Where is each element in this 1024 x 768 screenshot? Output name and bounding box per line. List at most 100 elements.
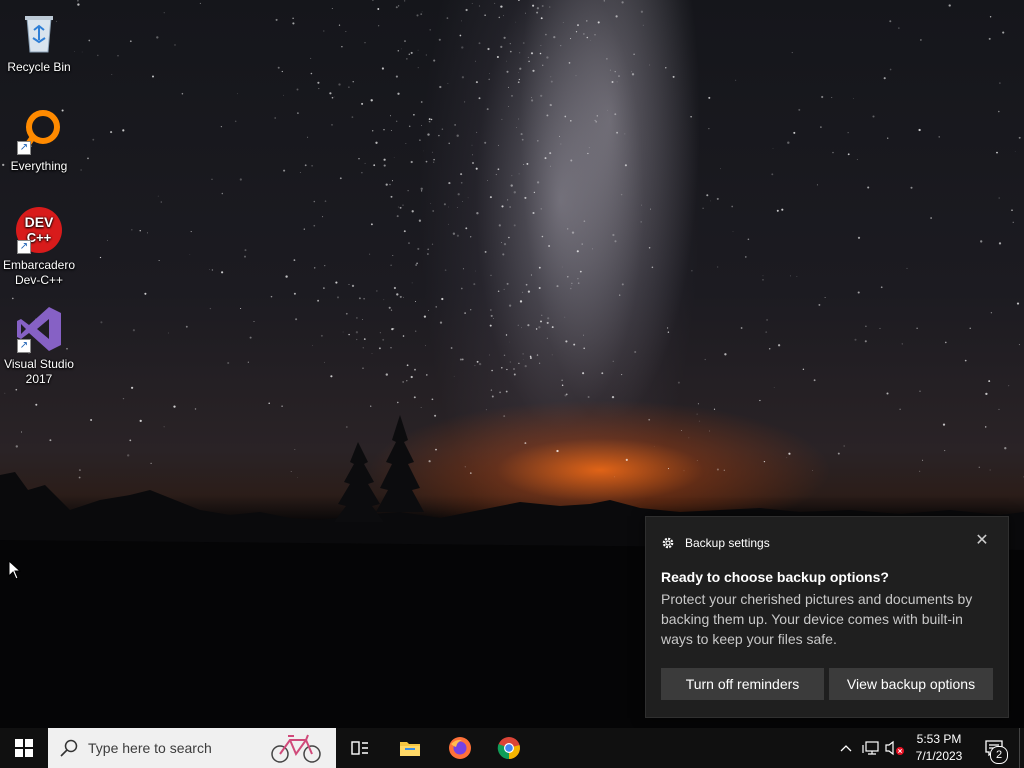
star <box>500 45 503 49</box>
star <box>417 49 419 51</box>
star <box>452 232 456 235</box>
star <box>583 347 585 350</box>
star <box>793 131 796 134</box>
star <box>411 282 413 284</box>
star <box>4 392 6 394</box>
star <box>529 357 532 359</box>
show-desktop-button[interactable] <box>1019 728 1024 768</box>
star <box>329 92 332 95</box>
star <box>416 262 418 265</box>
star <box>408 53 411 55</box>
star <box>377 8 380 10</box>
star <box>816 184 818 186</box>
network-button[interactable] <box>860 728 882 768</box>
star <box>565 393 568 396</box>
star <box>362 319 363 320</box>
star <box>1016 302 1020 305</box>
star <box>220 125 223 128</box>
star <box>716 197 719 200</box>
star <box>378 25 380 27</box>
desktop-icon-visual-studio[interactable]: ↗ Visual Studio 2017 <box>0 305 78 387</box>
star <box>847 153 850 156</box>
star <box>444 269 447 271</box>
desktop-icon-recycle-bin[interactable]: Recycle Bin <box>0 8 78 75</box>
star <box>425 160 428 163</box>
star <box>571 282 573 284</box>
network-icon <box>862 741 879 755</box>
star <box>640 10 644 13</box>
backup-notification-toast[interactable]: Backup settings ✕ Ready to choose backup… <box>645 516 1009 718</box>
star <box>199 2 201 4</box>
star <box>562 22 564 23</box>
clock[interactable]: 5:53 PM 7/1/2023 <box>908 731 970 765</box>
star <box>395 6 398 9</box>
show-hidden-icons-button[interactable] <box>838 728 854 768</box>
star <box>414 368 416 371</box>
star <box>304 164 307 167</box>
notification-count-badge: 2 <box>990 746 1008 764</box>
star <box>410 375 413 379</box>
close-icon[interactable]: ✕ <box>974 533 990 549</box>
star <box>541 235 544 238</box>
chrome-button[interactable] <box>485 728 533 768</box>
star <box>330 375 333 378</box>
star <box>488 72 490 74</box>
star <box>322 216 324 218</box>
firefox-button[interactable] <box>436 728 484 768</box>
desktop-icon-dev-cpp[interactable]: DEV C++ ↗ Embarcadero Dev-C++ <box>0 206 78 288</box>
star <box>348 86 350 88</box>
star <box>612 360 614 362</box>
turn-off-reminders-button[interactable]: Turn off reminders <box>661 668 824 700</box>
star <box>523 163 525 166</box>
star <box>583 33 585 35</box>
gear-icon <box>662 537 674 549</box>
firefox-icon <box>449 737 471 759</box>
star <box>526 162 529 165</box>
star <box>122 129 125 132</box>
star <box>549 103 552 107</box>
star <box>234 120 237 123</box>
star <box>456 134 459 137</box>
star <box>358 297 361 300</box>
star <box>345 31 347 32</box>
star <box>704 358 706 361</box>
star <box>665 67 667 69</box>
star <box>426 374 428 376</box>
file-explorer-button[interactable] <box>386 728 434 768</box>
task-view-button[interactable] <box>340 728 380 768</box>
star <box>531 99 534 102</box>
volume-button[interactable] <box>884 728 906 768</box>
star <box>531 97 533 99</box>
star <box>854 338 857 341</box>
star <box>92 138 95 141</box>
star <box>495 174 497 176</box>
star <box>570 120 572 122</box>
star <box>883 77 886 80</box>
desktop-icon-everything[interactable]: ↗ Everything <box>0 107 78 174</box>
star <box>493 318 494 320</box>
star <box>221 192 224 195</box>
star <box>420 101 423 103</box>
star <box>575 75 577 77</box>
star <box>508 106 509 107</box>
star <box>732 231 734 232</box>
action-center-button[interactable]: 2 <box>978 728 1010 768</box>
star <box>576 250 579 253</box>
star <box>910 186 913 189</box>
star <box>503 354 506 357</box>
star <box>521 138 524 141</box>
star <box>478 362 482 366</box>
star <box>237 93 238 95</box>
star <box>438 134 440 137</box>
star <box>418 219 422 222</box>
star <box>448 142 450 145</box>
view-backup-options-button[interactable]: View backup options <box>829 668 993 700</box>
star <box>796 276 798 277</box>
star <box>525 283 528 286</box>
star <box>478 97 481 100</box>
star <box>491 369 493 372</box>
search-box[interactable]: Type here to search <box>48 728 336 768</box>
star <box>536 354 539 356</box>
start-button[interactable] <box>0 728 48 768</box>
star <box>100 321 103 324</box>
